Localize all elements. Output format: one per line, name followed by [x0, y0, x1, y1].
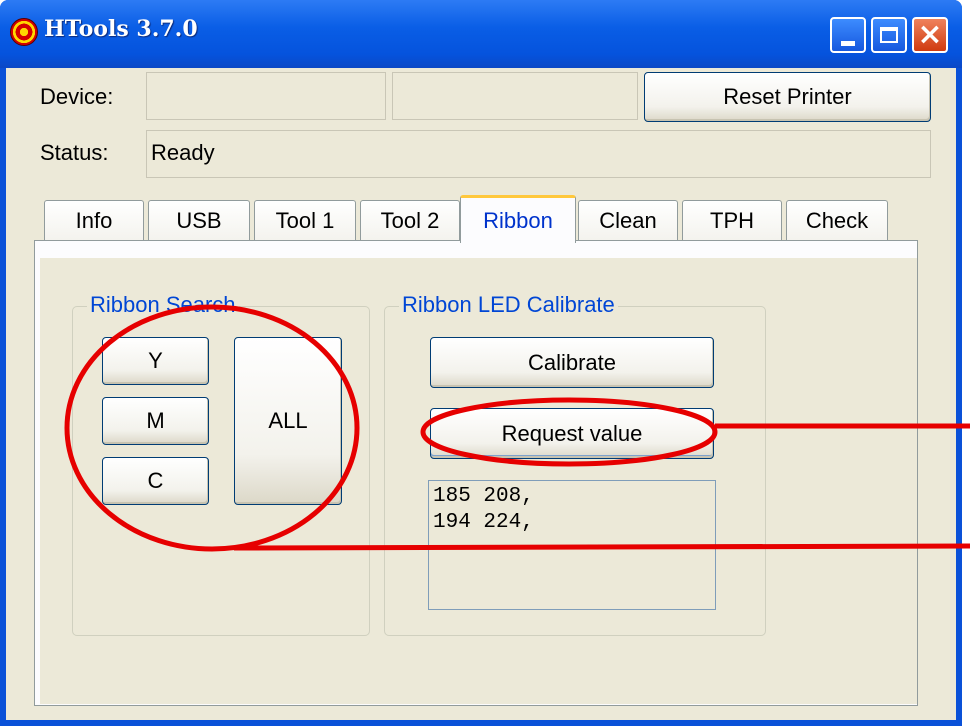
window-title: HTools 3.7.0: [44, 16, 198, 42]
minimize-button[interactable]: [830, 17, 866, 53]
calibration-output-box[interactable]: 185 208, 194 224,: [428, 480, 716, 610]
tab-tool-2[interactable]: Tool 2: [360, 200, 460, 240]
close-icon: ×: [917, 17, 943, 52]
calibrate-button[interactable]: Calibrate: [430, 337, 714, 388]
status-field: Ready: [146, 130, 931, 178]
tab-check[interactable]: Check: [786, 200, 888, 240]
close-button[interactable]: ×: [912, 17, 948, 53]
ribbon-y-button[interactable]: Y: [102, 337, 209, 385]
ribbon-m-button[interactable]: M: [102, 397, 209, 445]
ribbon-all-button[interactable]: ALL: [234, 337, 342, 505]
minimize-icon: [841, 40, 855, 46]
tab-ribbon[interactable]: Ribbon: [460, 195, 576, 243]
reset-printer-button[interactable]: Reset Printer: [644, 72, 931, 122]
tab-usb[interactable]: USB: [148, 200, 250, 240]
output-line-1: 185 208,: [433, 485, 534, 508]
tab-info[interactable]: Info: [44, 200, 144, 240]
tab-clean[interactable]: Clean: [578, 200, 678, 240]
ribbon-led-calibrate-title: Ribbon LED Calibrate: [399, 292, 618, 318]
device-field-1: [146, 72, 386, 120]
ribbon-search-title: Ribbon Search: [87, 292, 239, 318]
request-value-button[interactable]: Request value: [430, 408, 714, 459]
tab-tph[interactable]: TPH: [682, 200, 782, 240]
device-field-2: [392, 72, 638, 120]
device-label: Device:: [40, 84, 114, 109]
status-label: Status:: [40, 140, 109, 165]
maximize-button[interactable]: [871, 17, 907, 53]
maximize-icon: [880, 27, 898, 43]
output-line-2: 194 224,: [433, 511, 534, 534]
ribbon-c-button[interactable]: C: [102, 457, 209, 505]
title-bar[interactable]: HTools 3.7.0 ×: [0, 0, 962, 68]
tab-tool-1[interactable]: Tool 1: [254, 200, 356, 240]
app-target-icon: [10, 18, 38, 46]
